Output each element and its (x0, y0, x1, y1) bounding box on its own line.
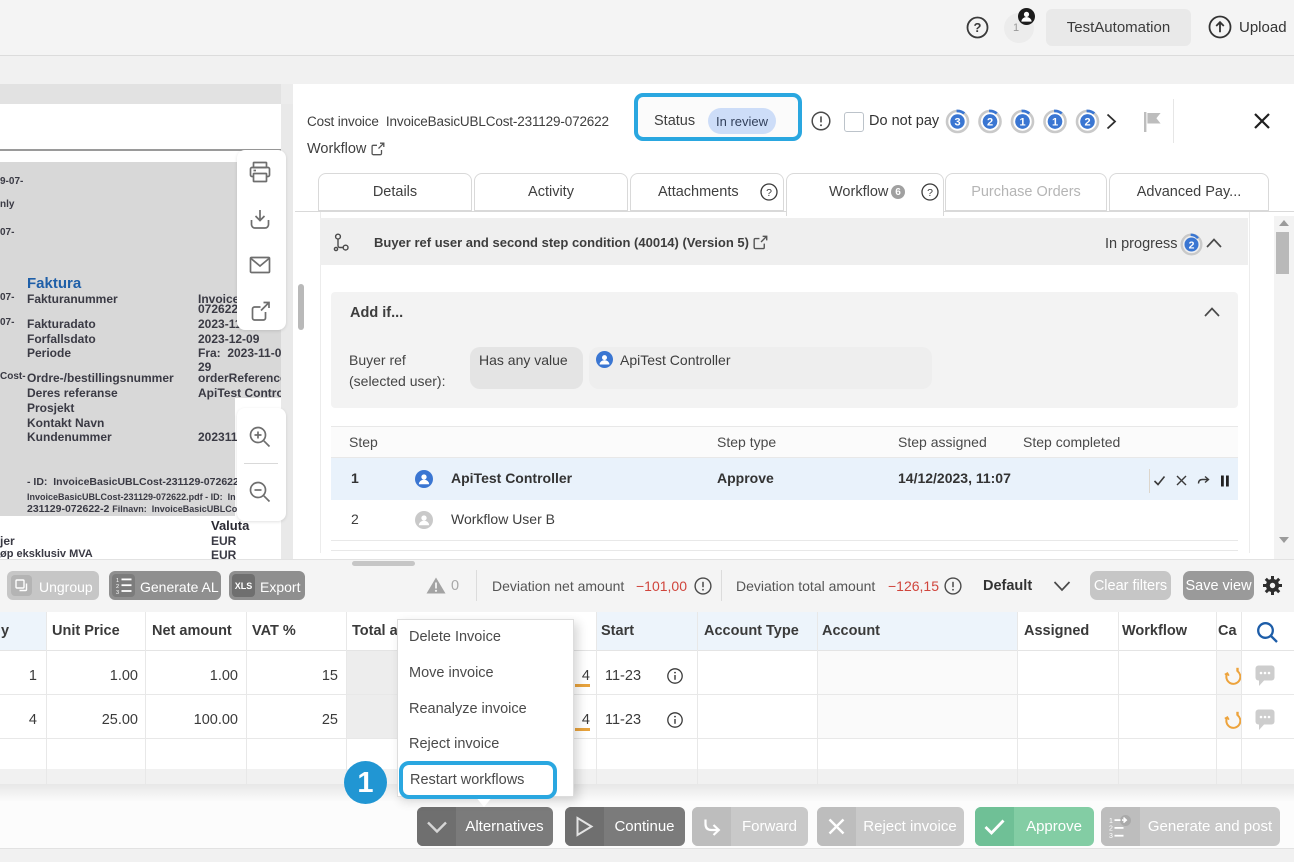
svg-text:2: 2 (1189, 239, 1195, 251)
svg-text:3: 3 (1109, 833, 1113, 838)
svg-text:3: 3 (954, 117, 960, 129)
svg-text:?: ? (974, 20, 982, 35)
svg-text:3: 3 (116, 590, 119, 594)
svg-text:?: ? (927, 187, 933, 199)
svg-text:?: ? (766, 187, 772, 199)
svg-text:1: 1 (1052, 117, 1058, 129)
svg-text:2: 2 (1109, 826, 1113, 833)
svg-text:1: 1 (1109, 818, 1113, 825)
svg-text:2: 2 (987, 117, 993, 129)
svg-text:1: 1 (1019, 117, 1025, 129)
svg-text:2: 2 (1084, 117, 1090, 129)
